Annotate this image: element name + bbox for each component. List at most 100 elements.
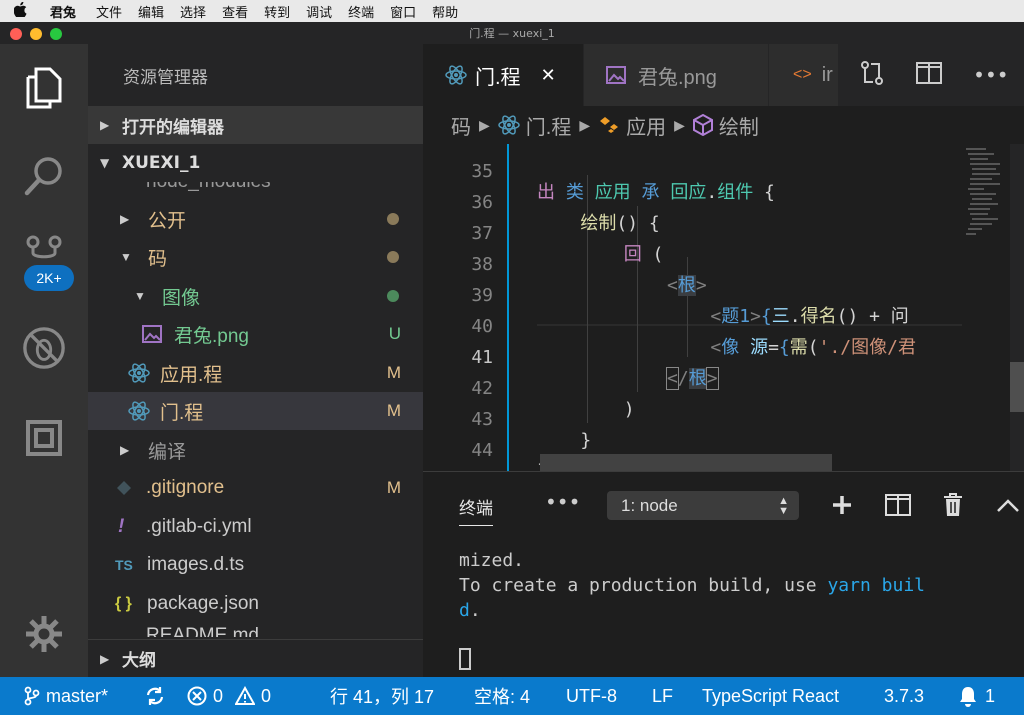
terminal-select[interactable]: 1: node ▲ ▼ xyxy=(607,491,799,520)
split-terminal-icon[interactable] xyxy=(883,490,913,520)
panel-more-icon[interactable]: ••• xyxy=(545,490,580,514)
tab-door[interactable]: 门.程 ✕ xyxy=(423,44,583,106)
minimize-window-button[interactable] xyxy=(30,28,42,40)
cursor-position[interactable]: 行 41，列 17 xyxy=(330,677,434,715)
error-icon xyxy=(187,686,207,706)
tree-file-images-dts[interactable]: TS images.d.ts xyxy=(88,546,423,584)
code-editor[interactable]: 35 出 类 应用 承 回应.组件 { 36 绘制() { 37 回 ( 38 … xyxy=(423,144,1024,471)
indentation-status[interactable]: 空格: 4 xyxy=(474,677,530,715)
tab-png[interactable]: 君兔.png xyxy=(583,44,768,106)
tree-file-app[interactable]: 应用.程 M xyxy=(88,354,423,392)
tab-label: ir xyxy=(821,63,833,86)
vertical-scrollbar[interactable] xyxy=(1010,144,1024,471)
compare-changes-icon[interactable] xyxy=(859,60,885,90)
eol-status[interactable]: LF xyxy=(652,677,673,715)
tree-item-label: 公开 xyxy=(148,210,187,232)
problems-status[interactable]: 0 0 xyxy=(187,677,271,715)
notifications-status[interactable]: 1 xyxy=(957,677,995,715)
code-line[interactable]: 35 出 类 应用 承 回应.组件 { xyxy=(423,144,1024,203)
settings-gear-icon[interactable] xyxy=(22,612,66,656)
language-mode[interactable]: TypeScript React xyxy=(702,677,839,715)
horizontal-scrollbar-thumb[interactable] xyxy=(540,454,832,471)
tree-folder-src[interactable]: ▼ 码 xyxy=(88,238,423,276)
search-icon[interactable] xyxy=(22,154,66,198)
menu-window[interactable]: 窗口 xyxy=(390,2,416,21)
menu-help[interactable]: 帮助 xyxy=(432,2,458,21)
tab-terminal[interactable]: 终端 xyxy=(459,494,493,526)
close-icon[interactable]: ✕ xyxy=(541,65,556,86)
tree-file-package-json[interactable]: { } package.json xyxy=(88,585,423,623)
explorer-icon[interactable] xyxy=(22,66,66,110)
apple-icon[interactable] xyxy=(13,1,30,21)
git-status: U xyxy=(388,324,401,343)
scroll-thumb[interactable] xyxy=(1010,362,1024,412)
code-line[interactable]: 44 } xyxy=(423,414,1024,471)
code-line[interactable]: 38 <根> xyxy=(423,228,1024,296)
breadcrumb-item[interactable]: 码 xyxy=(451,111,471,140)
encoding-status[interactable]: UTF-8 xyxy=(566,677,617,715)
warning-icon xyxy=(235,686,256,705)
tree-file-png[interactable]: 君兔.png U xyxy=(88,315,423,353)
breadcrumb-item[interactable]: 门.程 xyxy=(526,111,572,140)
tree-folder-public[interactable]: ▶ 公开 xyxy=(88,200,423,238)
menu-terminal[interactable]: 终端 xyxy=(348,2,374,21)
typescript-version[interactable]: 3.7.3 xyxy=(884,677,924,715)
warning-count: 0 xyxy=(261,685,272,706)
project-section[interactable]: ▼ XUEXI_1 xyxy=(88,144,423,182)
source-control-badge: 2K+ xyxy=(24,265,74,291)
tree-item-label: 码 xyxy=(148,248,168,270)
tree-folder-build[interactable]: ▶ 编译 xyxy=(88,431,423,469)
no-bugs-icon[interactable] xyxy=(22,326,66,370)
code-line[interactable]: 41 </根> xyxy=(423,321,1024,390)
zoom-window-button[interactable] xyxy=(50,28,62,40)
menu-file[interactable]: 文件 xyxy=(96,2,122,21)
menubar-app-name[interactable]: 君兔 xyxy=(50,2,76,21)
tree-file-gitlab-ci[interactable]: ! .gitlab-ci.yml xyxy=(88,508,423,546)
method-symbol-icon xyxy=(692,114,713,136)
extensions-icon[interactable] xyxy=(22,416,66,460)
split-editor-icon[interactable] xyxy=(916,62,943,88)
window-title: 门.程 — xuexi_1 xyxy=(469,27,555,40)
more-actions-icon[interactable]: ••• xyxy=(973,63,1008,87)
tree-item-label: 图像 xyxy=(162,287,201,309)
open-editors-section[interactable]: ▶ 打开的编辑器 xyxy=(88,106,423,144)
code-line[interactable]: 43 } xyxy=(423,383,1024,451)
breadcrumb-item[interactable]: 应用 xyxy=(626,111,666,140)
menu-selection[interactable]: 选择 xyxy=(180,2,206,21)
tree-file-gitignore[interactable]: .gitignore M xyxy=(88,469,423,507)
code-line[interactable]: 40 <像 源={需('./图像/君 xyxy=(423,290,1024,358)
branch-name: master* xyxy=(46,685,109,706)
code-line[interactable]: 36 绘制() { xyxy=(423,166,1024,234)
tree-file-readme[interactable]: README.md xyxy=(88,623,423,637)
chevron-up-icon[interactable] xyxy=(993,490,1023,520)
breadcrumb-item[interactable]: 绘制 xyxy=(719,111,759,140)
tree-folder-images[interactable]: ▼ 图像 xyxy=(88,277,423,315)
sync-icon[interactable] xyxy=(145,677,165,715)
menu-go[interactable]: 转到 xyxy=(264,2,290,21)
git-branch-status[interactable]: master* xyxy=(24,677,108,715)
tree-file-door[interactable]: 门.程 M xyxy=(88,392,423,430)
breadcrumb: 码 ▶ 门.程 ▶ 应用 ▶ 绘制 xyxy=(423,106,1024,144)
tree-item-node-modules[interactable]: node_modules xyxy=(88,182,423,194)
new-terminal-icon[interactable] xyxy=(827,490,857,520)
tree-item-label: .gitignore xyxy=(146,477,225,498)
code-line[interactable]: 42 ) xyxy=(423,352,1024,420)
code-line[interactable]: 37 回 ( xyxy=(423,197,1024,265)
menu-edit[interactable]: 编辑 xyxy=(138,2,164,21)
trash-icon[interactable] xyxy=(938,490,968,520)
code-line[interactable]: 39 <题1>{三.得名() + 问 xyxy=(423,259,1024,327)
terminal-output[interactable]: mized. To create a production build, use… xyxy=(459,548,925,623)
chevron-right-icon: ▶ xyxy=(120,212,130,226)
minimap[interactable] xyxy=(964,144,1004,471)
chevron-right-icon: ▶ xyxy=(674,116,685,133)
chevron-down-icon: ▼ xyxy=(100,156,110,170)
error-count: 0 xyxy=(213,685,224,706)
tab-third[interactable]: <> ir xyxy=(768,44,838,106)
typescript-file-icon: TS xyxy=(115,557,133,573)
close-window-button[interactable] xyxy=(10,28,22,40)
menu-view[interactable]: 查看 xyxy=(222,2,248,21)
outline-section[interactable]: ▶ 大纲 xyxy=(88,639,423,677)
tree-item-label: node_modules xyxy=(146,182,271,193)
tree-item-label: package.json xyxy=(147,593,259,614)
menu-debug[interactable]: 调试 xyxy=(306,2,332,21)
